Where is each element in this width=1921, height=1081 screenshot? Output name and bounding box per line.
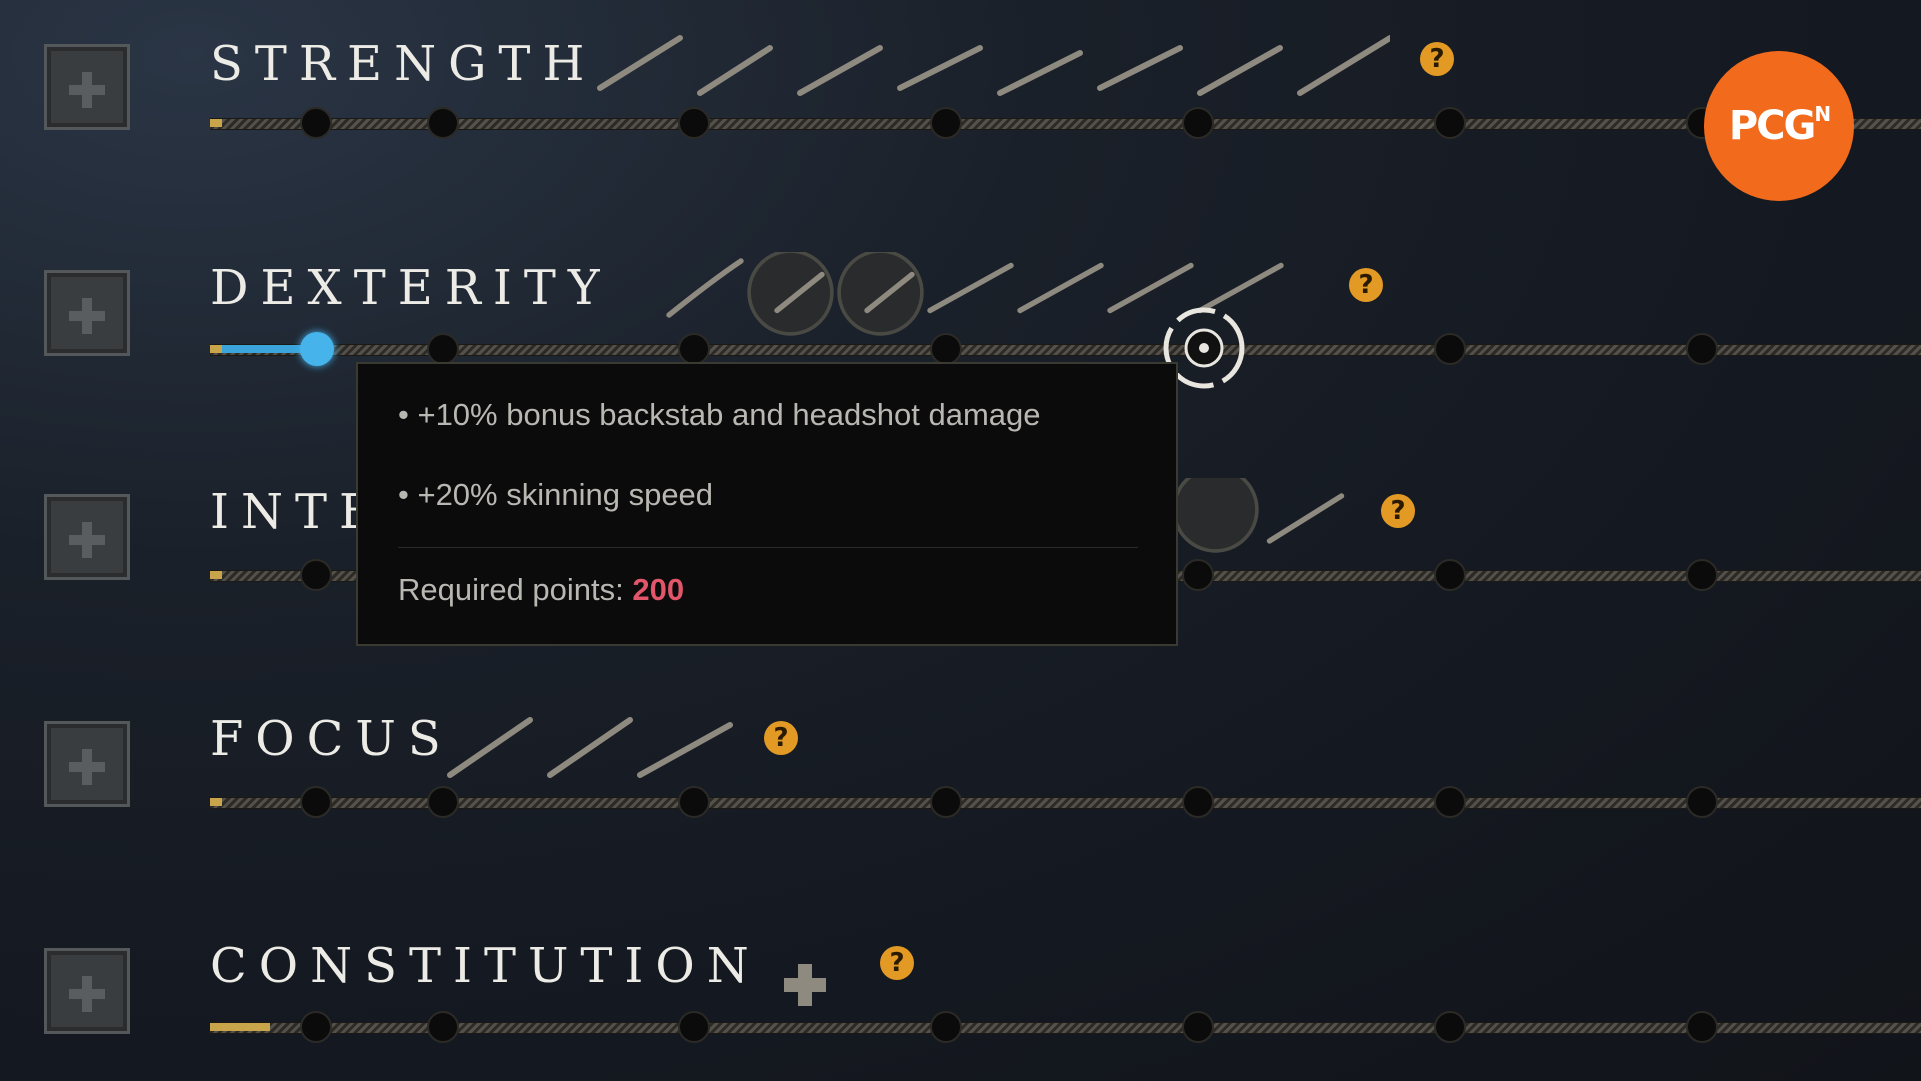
sword-shield-icon bbox=[597, 35, 683, 91]
hatchet-icon bbox=[1197, 45, 1283, 96]
tooltip-divider bbox=[398, 547, 1138, 548]
logo-sup: N bbox=[1814, 102, 1831, 126]
tooltip-required: Required points: 200 bbox=[398, 572, 684, 608]
focus-help-icon[interactable]: ? bbox=[764, 721, 798, 755]
attribute-name-dexterity: DEXTERITY bbox=[210, 260, 612, 316]
constitution-node[interactable] bbox=[678, 1011, 710, 1043]
strength-weapons-icons bbox=[597, 35, 1390, 96]
intelligence-node[interactable] bbox=[1686, 559, 1718, 591]
attribute-panel: STRENGTH ? DEXTERITY ? INTE ? FOCUS ? CO… bbox=[0, 0, 1921, 1081]
focus-node[interactable] bbox=[1434, 786, 1466, 818]
attribute-row-focus: FOCUS ? bbox=[0, 705, 1921, 825]
logo-text: PCG bbox=[1728, 103, 1817, 149]
constitution-node[interactable] bbox=[1182, 1011, 1214, 1043]
warhammer-icon bbox=[797, 45, 883, 96]
constitution-node[interactable] bbox=[300, 1011, 332, 1043]
dexterity-node[interactable] bbox=[1686, 333, 1718, 365]
dexterity-node[interactable] bbox=[1434, 333, 1466, 365]
battleaxe-icon bbox=[697, 45, 773, 96]
add-strength-button[interactable] bbox=[44, 44, 130, 130]
dexterity-track-progress bbox=[210, 345, 222, 353]
add-intelligence-button[interactable] bbox=[44, 494, 130, 580]
dexterity-node[interactable] bbox=[427, 333, 459, 365]
attribute-row-constitution: CONSTITUTION ? bbox=[0, 930, 1921, 1050]
intelligence-help-icon[interactable]: ? bbox=[1381, 494, 1415, 528]
attribute-row-dexterity: DEXTERITY ? bbox=[0, 252, 1921, 372]
intelligence-weapons-icons bbox=[1172, 478, 1345, 553]
constitution-node[interactable] bbox=[930, 1011, 962, 1043]
intelligence-node[interactable] bbox=[1182, 559, 1214, 591]
focus-track-progress bbox=[210, 798, 222, 806]
attribute-name-strength: STRENGTH bbox=[210, 36, 597, 92]
intelligence-track-progress bbox=[210, 571, 222, 579]
add-dexterity-button[interactable] bbox=[44, 270, 130, 356]
constitution-track bbox=[210, 1022, 1921, 1034]
constitution-node[interactable] bbox=[427, 1011, 459, 1043]
constitution-plus-icon bbox=[784, 964, 826, 1006]
dexterity-track bbox=[210, 344, 1921, 356]
strength-node[interactable] bbox=[1182, 107, 1214, 139]
constitution-node[interactable] bbox=[1434, 1011, 1466, 1043]
constitution-track-progress bbox=[210, 1023, 270, 1031]
strength-track bbox=[210, 118, 1921, 130]
required-value: 200 bbox=[632, 572, 685, 607]
staff-icon bbox=[447, 717, 533, 778]
musket-disc-icon bbox=[837, 252, 924, 336]
focus-track bbox=[210, 797, 1921, 809]
focus-node[interactable] bbox=[1686, 786, 1718, 818]
focus-node[interactable] bbox=[930, 786, 962, 818]
attribute-row-strength: STRENGTH ? bbox=[0, 28, 1921, 148]
rapier-disc-icon bbox=[747, 252, 834, 336]
strength-node[interactable] bbox=[678, 107, 710, 139]
flail-icon bbox=[547, 717, 633, 778]
spear-icon bbox=[927, 262, 1014, 314]
flail-icon bbox=[1097, 45, 1183, 91]
bow-icon bbox=[666, 258, 744, 318]
spear-icon bbox=[1297, 35, 1390, 96]
dexterity-help-icon[interactable]: ? bbox=[1349, 268, 1383, 302]
strength-node[interactable] bbox=[1434, 107, 1466, 139]
focus-node[interactable] bbox=[1182, 786, 1214, 818]
focus-weapons-icons bbox=[447, 717, 733, 778]
add-constitution-button[interactable] bbox=[44, 948, 130, 1034]
strength-node[interactable] bbox=[930, 107, 962, 139]
strength-node[interactable] bbox=[300, 107, 332, 139]
required-label: Required points: bbox=[398, 572, 624, 607]
constitution-node[interactable] bbox=[1686, 1011, 1718, 1043]
strength-help-icon[interactable]: ? bbox=[1420, 42, 1454, 76]
dexterity-node[interactable] bbox=[930, 333, 962, 365]
focus-node[interactable] bbox=[678, 786, 710, 818]
sword-shield-icon bbox=[1017, 262, 1104, 314]
gauntlet-icon bbox=[637, 722, 733, 778]
focus-node[interactable] bbox=[300, 786, 332, 818]
intelligence-node[interactable] bbox=[1434, 559, 1466, 591]
tooltip-bullet-2: • +20% skinning speed bbox=[398, 477, 714, 512]
constitution-help-icon[interactable]: ? bbox=[880, 946, 914, 980]
musket-icon bbox=[1266, 493, 1345, 544]
disc-icon bbox=[1172, 478, 1259, 553]
dexterity-node[interactable] bbox=[678, 333, 710, 365]
strength-track-progress bbox=[210, 119, 222, 127]
greatsword-icon bbox=[997, 50, 1083, 96]
perk-tooltip: • +10% bonus backstab and headshot damag… bbox=[356, 362, 1178, 646]
attribute-name-constitution: CONSTITUTION bbox=[210, 938, 761, 994]
tooltip-bullet-1: • +10% bonus backstab and headshot damag… bbox=[398, 397, 1041, 432]
intelligence-node[interactable] bbox=[300, 559, 332, 591]
strength-node[interactable] bbox=[427, 107, 459, 139]
attribute-name-focus: FOCUS bbox=[210, 711, 453, 767]
pcgn-logo: PCGN bbox=[1704, 51, 1854, 201]
musket-icon bbox=[897, 45, 983, 91]
dexterity-slider-handle[interactable] bbox=[300, 332, 334, 366]
add-focus-button[interactable] bbox=[44, 721, 130, 807]
focus-node[interactable] bbox=[427, 786, 459, 818]
